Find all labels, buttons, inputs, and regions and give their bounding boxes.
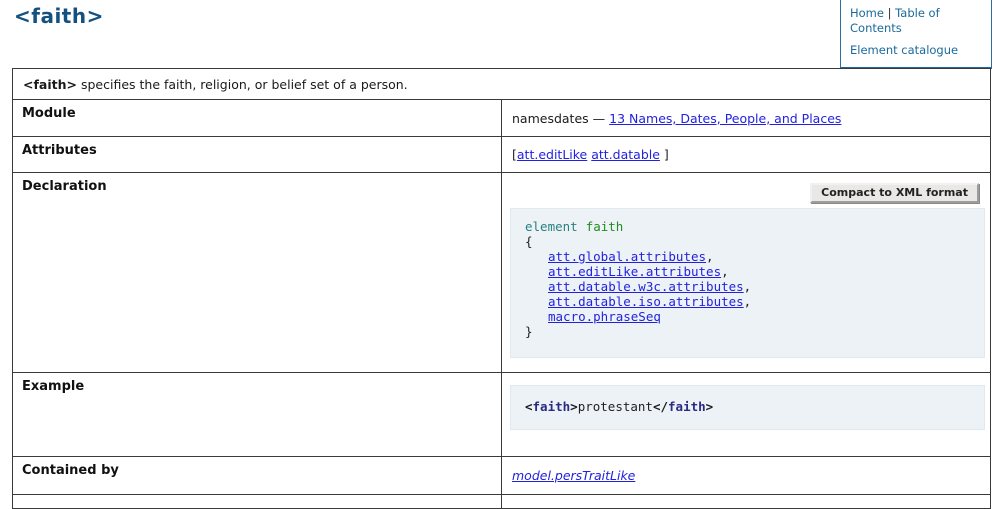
declaration-toolbar: Compact to XML format bbox=[510, 183, 979, 203]
attributes-value-cell: [att.editLike att.datable ] bbox=[502, 137, 991, 173]
comma: , bbox=[721, 264, 729, 279]
declaration-label: Declaration bbox=[13, 173, 502, 373]
compact-to-xml-button[interactable]: Compact to XML format bbox=[810, 183, 979, 203]
nav-line-2: Element catalogue bbox=[850, 43, 983, 58]
code-line: } bbox=[525, 324, 972, 339]
macro-phraseseq-link[interactable]: macro.phraseSeq bbox=[548, 309, 661, 324]
example-cell: <faith>protestant</faith> bbox=[502, 373, 991, 457]
contained-by-cell: model.persTraitLike bbox=[502, 457, 991, 495]
module-label: Module bbox=[13, 100, 502, 137]
nav-line-1: Home | Table of Contents bbox=[850, 6, 983, 36]
example-code-block: <faith>protestant</faith> bbox=[510, 385, 985, 430]
nav-link-home[interactable]: Home bbox=[850, 6, 884, 20]
page-title: <faith> bbox=[14, 4, 104, 28]
declaration-row: Declaration Compact to XML format elemen… bbox=[13, 173, 991, 373]
att-global-attributes-link[interactable]: att.global.attributes bbox=[548, 249, 706, 264]
contained-by-label: Contained by bbox=[13, 457, 502, 495]
description-cell: <faith> specifies the faith, religion, o… bbox=[13, 69, 991, 100]
example-row: Example <faith>protestant</faith> bbox=[13, 373, 991, 457]
model-perstraitlike-link[interactable]: model.persTraitLike bbox=[512, 468, 635, 483]
module-value-cell: namesdates — 13 Names, Dates, People, an… bbox=[502, 100, 991, 137]
code-line: macro.phraseSeq bbox=[525, 309, 972, 324]
comma: , bbox=[706, 249, 714, 264]
element-spec-table: <faith> specifies the faith, religion, o… bbox=[12, 68, 991, 509]
close-angle: > bbox=[570, 399, 578, 414]
close-brace: } bbox=[525, 324, 533, 339]
open-brace: { bbox=[525, 234, 533, 249]
code-line: att.global.attributes, bbox=[525, 249, 972, 264]
description-text: specifies the faith, religion, or belief… bbox=[77, 77, 408, 92]
module-chapter-link[interactable]: 13 Names, Dates, People, and Places bbox=[609, 111, 841, 126]
contained-by-row: Contained by model.persTraitLike bbox=[13, 457, 991, 495]
close-angle: > bbox=[706, 399, 714, 414]
code-line: att.editLike.attributes, bbox=[525, 264, 972, 279]
comma: , bbox=[744, 279, 752, 294]
example-tag-name: faith bbox=[668, 399, 706, 414]
att-datable-w3c-attributes-link[interactable]: att.datable.w3c.attributes bbox=[548, 279, 744, 294]
att-editlike-attributes-link[interactable]: att.editLike.attributes bbox=[548, 264, 721, 279]
declared-element-name: faith bbox=[586, 219, 624, 234]
open-angle-slash: </ bbox=[653, 399, 668, 414]
header-nav: Home | Table of Contents Element catalog… bbox=[840, 0, 992, 69]
code-line: element faith bbox=[525, 219, 972, 234]
element-keyword: element bbox=[525, 219, 578, 234]
module-name: namesdates bbox=[512, 111, 589, 126]
example-tag-name: faith bbox=[533, 399, 571, 414]
att-datable-iso-attributes-link[interactable]: att.datable.iso.attributes bbox=[548, 294, 744, 309]
att-datable-link[interactable]: att.datable bbox=[591, 147, 660, 162]
module-row: Module namesdates — 13 Names, Dates, Peo… bbox=[13, 100, 991, 137]
nav-link-element-catalogue[interactable]: Element catalogue bbox=[850, 43, 958, 57]
declaration-cell: Compact to XML format element faith { att… bbox=[502, 173, 991, 373]
close-bracket: ] bbox=[664, 147, 669, 162]
attributes-label: Attributes bbox=[13, 137, 502, 173]
description-row: <faith> specifies the faith, religion, o… bbox=[13, 69, 991, 100]
truncated-row bbox=[13, 495, 991, 509]
att-editlike-link[interactable]: att.editLike bbox=[517, 147, 587, 162]
element-tag: <faith> bbox=[23, 77, 77, 92]
code-line: att.datable.iso.attributes, bbox=[525, 294, 972, 309]
code-line: { bbox=[525, 234, 972, 249]
example-label: Example bbox=[13, 373, 502, 457]
dash: — bbox=[593, 111, 606, 126]
example-content: protestant bbox=[578, 399, 653, 414]
truncated-row-cell bbox=[502, 495, 991, 509]
attributes-row: Attributes [att.editLike att.datable ] bbox=[13, 137, 991, 173]
nav-separator: | bbox=[888, 6, 892, 20]
open-angle: < bbox=[525, 399, 533, 414]
declaration-code-block: element faith { att.global.attributes, at… bbox=[510, 208, 985, 358]
truncated-row-label bbox=[13, 495, 502, 509]
code-line: att.datable.w3c.attributes, bbox=[525, 279, 972, 294]
comma: , bbox=[744, 294, 752, 309]
